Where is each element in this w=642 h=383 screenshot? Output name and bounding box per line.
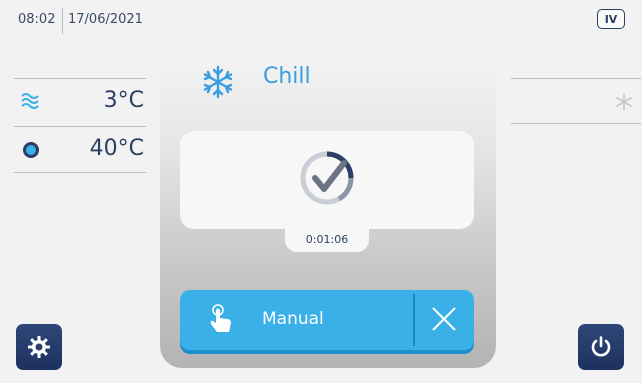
power-button[interactable] bbox=[578, 324, 624, 370]
divider bbox=[511, 78, 641, 79]
clock-date: 17/06/2021 bbox=[68, 12, 143, 27]
divider bbox=[14, 126, 146, 127]
settings-button[interactable] bbox=[16, 324, 62, 370]
button-divider bbox=[413, 294, 415, 346]
divider bbox=[511, 123, 641, 124]
probe-dot-icon bbox=[23, 142, 39, 158]
power-icon bbox=[591, 336, 611, 357]
snowflake-icon bbox=[616, 93, 632, 111]
mode-badge[interactable]: IV bbox=[597, 9, 625, 29]
clock-time: 08:02 bbox=[18, 12, 56, 27]
air-temperature-value: 3°C bbox=[103, 88, 144, 113]
manual-label: Manual bbox=[262, 309, 324, 329]
divider bbox=[14, 172, 146, 173]
check-circle-icon bbox=[300, 151, 354, 205]
hand-pointer-icon bbox=[210, 304, 231, 332]
gear-icon bbox=[28, 336, 50, 358]
header-divider bbox=[62, 8, 63, 34]
cycle-label: Chill bbox=[263, 64, 311, 89]
cycle-timer: 0:01:06 bbox=[285, 226, 369, 252]
divider bbox=[14, 78, 146, 79]
air-waves-icon bbox=[21, 93, 39, 109]
snowflake-icon bbox=[203, 65, 233, 99]
close-icon[interactable] bbox=[425, 300, 463, 338]
probe-temperature-value: 40°C bbox=[89, 136, 144, 161]
